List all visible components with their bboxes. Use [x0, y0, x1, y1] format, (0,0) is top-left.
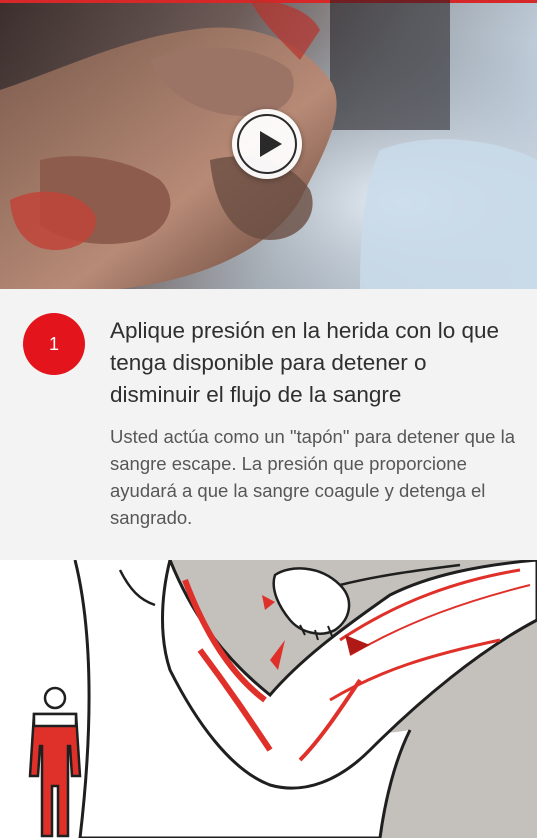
- step-description: Usted actúa como un "tapón" para detener…: [110, 426, 515, 528]
- step-title: Aplique presión en la herida con lo que …: [110, 318, 500, 407]
- play-icon: [260, 131, 282, 157]
- video-thumbnail[interactable]: [0, 0, 537, 289]
- play-button[interactable]: [232, 109, 302, 179]
- step-number-badge: 1: [23, 313, 85, 375]
- human-figure-icon: [28, 686, 82, 838]
